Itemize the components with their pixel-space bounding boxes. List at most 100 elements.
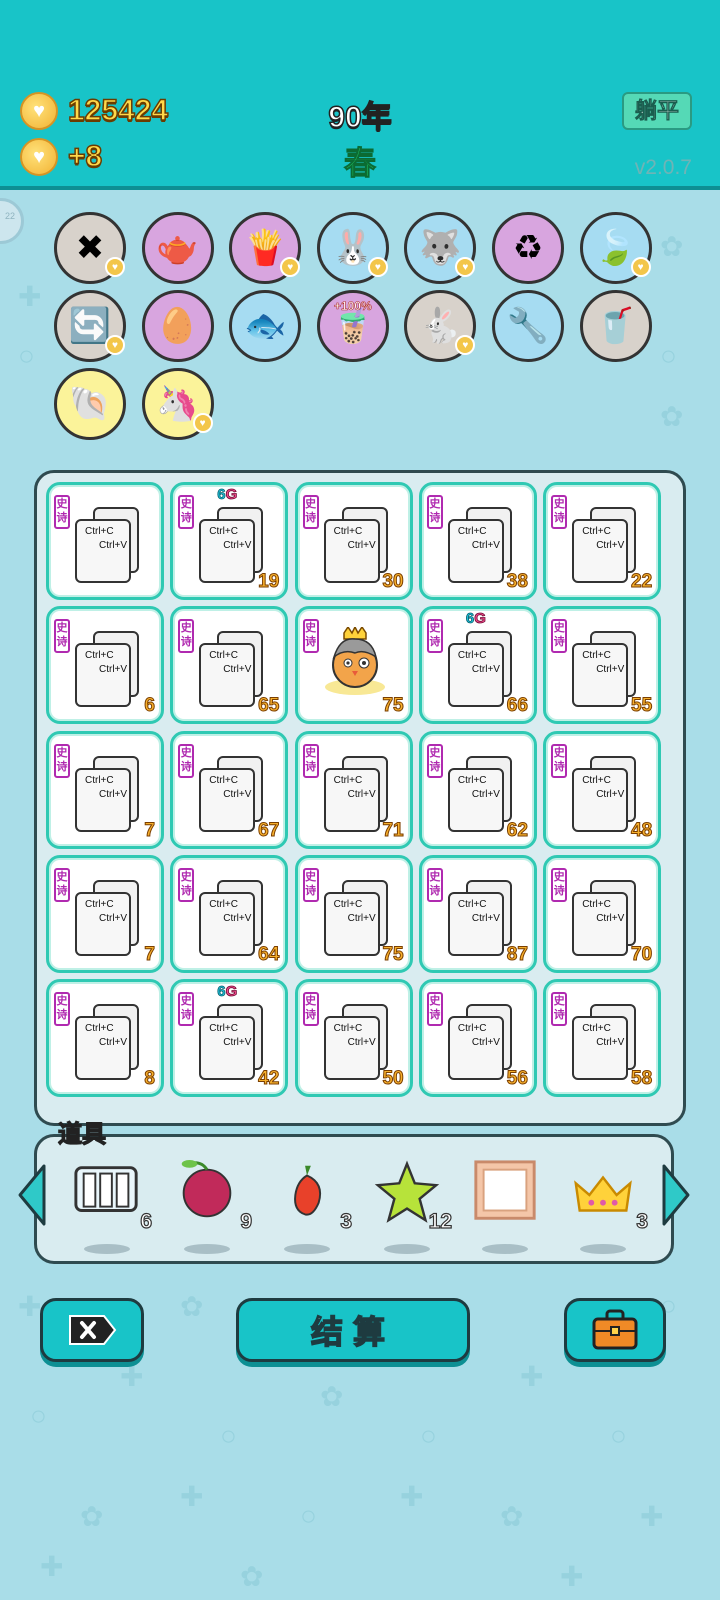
year-label: 90年 xyxy=(328,100,393,135)
card-shortcut-text: Ctrl+C Ctrl+V xyxy=(209,898,251,926)
card-shortcut-text: Ctrl+C Ctrl+V xyxy=(334,525,376,553)
card-shortcut-text: Ctrl+C Ctrl+V xyxy=(458,649,500,677)
card-line-copy: Ctrl+C xyxy=(582,1023,611,1035)
prop-count: 12 xyxy=(428,1209,453,1233)
refresh-buff[interactable]: 🔄 ♥ xyxy=(54,290,126,362)
card-cell[interactable]: 史诗 Ctrl+C Ctrl+V 62 xyxy=(418,730,537,849)
tubes-prop[interactable]: 6 xyxy=(72,1158,153,1254)
epic-rarity-tag: 史诗 xyxy=(302,619,319,654)
card-cell[interactable]: 史诗 Ctrl+C Ctrl+V 38 xyxy=(418,482,537,600)
card-cell[interactable]: 史诗 Ctrl+C Ctrl+V 7 xyxy=(46,854,164,973)
inventory-button[interactable] xyxy=(564,1298,666,1362)
epic-rarity-tag: 史诗 xyxy=(551,495,568,529)
props-scroll-right-icon[interactable] xyxy=(658,1162,694,1228)
card-value-number: 87 xyxy=(506,943,528,965)
card-shortcut-text: Ctrl+C Ctrl+V xyxy=(458,525,500,553)
crown-prop[interactable]: 3 xyxy=(568,1158,649,1254)
discard-button[interactable] xyxy=(40,1298,144,1362)
card-line-paste: Ctrl+V xyxy=(471,912,500,924)
chili-prop[interactable]: 3 xyxy=(272,1158,353,1254)
epic-rarity-tag: 史诗 xyxy=(302,992,319,1027)
heart-badge-icon: ♥ xyxy=(105,257,125,277)
bayberry-icon xyxy=(181,1159,232,1218)
card-cell[interactable]: 史诗 Ctrl+C Ctrl+V 6G 19 xyxy=(170,482,289,600)
epic-rarity-tag: 史诗 xyxy=(551,619,568,654)
crowned-chick-hero-icon xyxy=(324,627,385,696)
card-cell[interactable]: 史诗 Ctrl+C Ctrl+V xyxy=(46,482,164,600)
card-line-paste: Ctrl+V xyxy=(99,1037,128,1049)
card-cell[interactable]: 史诗 Ctrl+C Ctrl+V 50 xyxy=(294,979,413,1098)
card-cell[interactable]: 史诗 Ctrl+C Ctrl+V 30 xyxy=(294,482,413,600)
unicorn-buff[interactable]: 🦄 ♥ xyxy=(141,368,214,440)
wrench-shield-buff[interactable]: 🔧 xyxy=(492,290,564,362)
settle-button[interactable]: 结算 xyxy=(236,1298,470,1362)
card-line-paste: Ctrl+V xyxy=(223,664,252,676)
card-cell[interactable]: 史诗 Ctrl+C Ctrl+V 55 xyxy=(543,606,662,725)
card-cell[interactable]: 史诗 Ctrl+C Ctrl+V 7 xyxy=(46,730,164,849)
card-shortcut-text: Ctrl+C Ctrl+V xyxy=(582,649,624,677)
card-line-paste: Ctrl+V xyxy=(471,540,500,551)
card-cell[interactable]: 史诗 Ctrl+C Ctrl+V 48 xyxy=(543,730,662,849)
prop-shadow xyxy=(580,1244,626,1254)
card-cell[interactable]: 史诗 Ctrl+C Ctrl+V 6G 42 xyxy=(170,979,289,1098)
card-cell[interactable]: 史诗 Ctrl+C Ctrl+V 22 xyxy=(543,482,662,600)
card-value-number: 75 xyxy=(382,695,404,717)
card-cell[interactable]: 史诗 Ctrl+C Ctrl+V 58 xyxy=(543,979,662,1098)
milk-tea-plus-buff[interactable]: 🧋 +100% xyxy=(316,290,389,362)
tangping-button[interactable]: 躺平 xyxy=(622,92,692,130)
card-value-number: 65 xyxy=(258,695,280,717)
wrench-shield-icon: 🔧 xyxy=(506,307,550,345)
shell-buff[interactable]: 🐚 xyxy=(54,368,126,440)
epic-rarity-tag: 史诗 xyxy=(54,743,70,778)
card-cell[interactable]: 史诗 Ctrl+C Ctrl+V 64 xyxy=(170,854,289,973)
gravy-boat-buff[interactable]: 🫖 xyxy=(141,212,214,284)
bayberry-prop[interactable]: 9 xyxy=(172,1158,253,1254)
sixg-digit: 6 xyxy=(217,486,226,504)
egg-buff[interactable]: 🥚 xyxy=(141,290,214,362)
card-line-copy: Ctrl+C xyxy=(85,774,114,786)
card-cell[interactable]: 史诗 Ctrl+C Ctrl+V 6 xyxy=(46,606,164,725)
prop-shadow xyxy=(184,1244,230,1254)
card-cell[interactable]: 史诗 Ctrl+C Ctrl+V 75 xyxy=(294,854,413,973)
card-line-paste: Ctrl+V xyxy=(471,1037,500,1049)
leaf-buff[interactable]: 🍃 ♥ xyxy=(579,212,652,284)
leaf-icon: 🍃 xyxy=(594,229,637,267)
card-cell[interactable]: 史诗 Ctrl+C Ctrl+V 71 xyxy=(294,730,413,849)
cancel-tag-buff[interactable]: ✖ ♥ xyxy=(54,212,126,284)
card-line-paste: Ctrl+V xyxy=(223,540,252,551)
card-cell-hero[interactable]: 史诗 75 xyxy=(294,606,413,725)
recycle-buff[interactable]: ♻ xyxy=(492,212,564,284)
card-line-paste: Ctrl+V xyxy=(99,912,128,924)
rabbit-buff[interactable]: 🐇 ♥ xyxy=(404,290,477,362)
card-cell[interactable]: 史诗 Ctrl+C Ctrl+V 67 xyxy=(170,730,289,849)
fries-buff[interactable]: 🍟 ♥ xyxy=(229,212,302,284)
card-cell[interactable]: 史诗 Ctrl+C Ctrl+V 65 xyxy=(170,606,289,725)
card-value-number: 70 xyxy=(631,943,653,965)
props-title: 道具 xyxy=(57,1120,106,1148)
top-status-bar: ♥ 125424 ♥ +8 90年 春 躺平 v2.0.7 xyxy=(0,0,720,190)
card-shortcut-text: Ctrl+C Ctrl+V xyxy=(458,774,500,802)
card-shortcut-text: Ctrl+C Ctrl+V xyxy=(458,898,500,926)
card-cell[interactable]: 史诗 Ctrl+C Ctrl+V 70 xyxy=(543,854,662,973)
card-line-copy: Ctrl+C xyxy=(209,1023,238,1035)
husky-buff[interactable]: 🐺 ♥ xyxy=(404,212,477,284)
props-scroll-left-icon[interactable] xyxy=(14,1162,50,1228)
fish-bowl-buff[interactable]: 🐟 xyxy=(229,290,302,362)
card-shortcut-text: Ctrl+C Ctrl+V xyxy=(85,525,127,553)
star-prop[interactable]: 12 xyxy=(372,1158,453,1254)
epic-rarity-tag: 史诗 xyxy=(551,992,568,1027)
card-value-number: 67 xyxy=(258,819,280,841)
card-cell[interactable]: 史诗 Ctrl+C Ctrl+V 87 xyxy=(418,854,537,973)
frame-prop[interactable] xyxy=(470,1158,550,1254)
side-pull-tab[interactable]: 22 xyxy=(0,198,24,244)
boba-cup-icon: 🥤 xyxy=(594,307,637,345)
card-line-paste: Ctrl+V xyxy=(223,912,252,924)
settle-button-label: 结算 xyxy=(310,1313,395,1351)
sixg-digit: 6 xyxy=(217,983,226,1001)
card-cell[interactable]: 史诗 Ctrl+C Ctrl+V 56 xyxy=(418,979,537,1098)
card-cell[interactable]: 史诗 Ctrl+C Ctrl+V 8 xyxy=(46,979,164,1098)
card-cell[interactable]: 史诗 Ctrl+C Ctrl+V 6G 66 xyxy=(418,606,537,725)
card-line-copy: Ctrl+C xyxy=(85,526,114,537)
white-rabbit-buff[interactable]: 🐰 ♥ xyxy=(316,212,389,284)
boba-buff[interactable]: 🥤 xyxy=(579,290,652,362)
